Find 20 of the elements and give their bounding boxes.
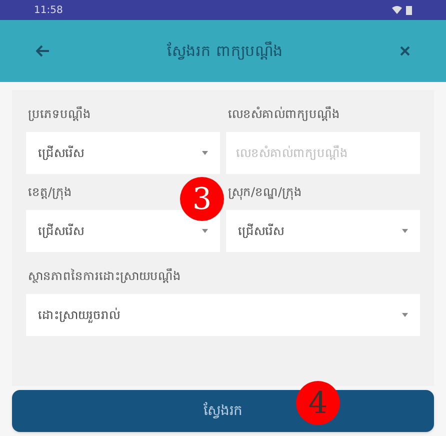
field-label: ខេត្ត/ក្រុង (27, 184, 74, 202)
dropdown-field[interactable]: ដោះស្រាយរួចរាល់ (26, 294, 420, 336)
caret-icon (202, 229, 208, 233)
back-arrow-icon[interactable] (36, 45, 50, 57)
field-label: លេខសំគាល់ពាក្យបណ្តឹង (227, 105, 341, 123)
close-icon[interactable] (400, 46, 410, 56)
caret-icon (402, 313, 408, 317)
battery-icon (406, 5, 412, 15)
status-time: 11:58 (34, 4, 63, 18)
field-label: ស្រុក/ខណ្ឌ/ក្រុង (227, 184, 304, 202)
dropdown-field[interactable]: ជ្រើសរើស (26, 210, 220, 252)
dropdown-field[interactable]: ជ្រើសរើស (226, 210, 420, 252)
field-label: ស្ថានភាពនៃការដោះស្រាយបណ្តឹង (27, 267, 182, 285)
input-field[interactable]: លេខសំគាល់ពាក្យបណ្តឹង (226, 132, 420, 174)
caret-icon (202, 151, 208, 155)
dropdown-field[interactable]: ជ្រើសរើស (26, 132, 220, 174)
wifi-icon (392, 6, 402, 14)
page-title: ស្វែងរក ពាក្យបណ្តឹង (167, 40, 283, 62)
field-label: ប្រភេទបណ្តឹង (27, 105, 92, 123)
caret-icon (402, 229, 408, 233)
